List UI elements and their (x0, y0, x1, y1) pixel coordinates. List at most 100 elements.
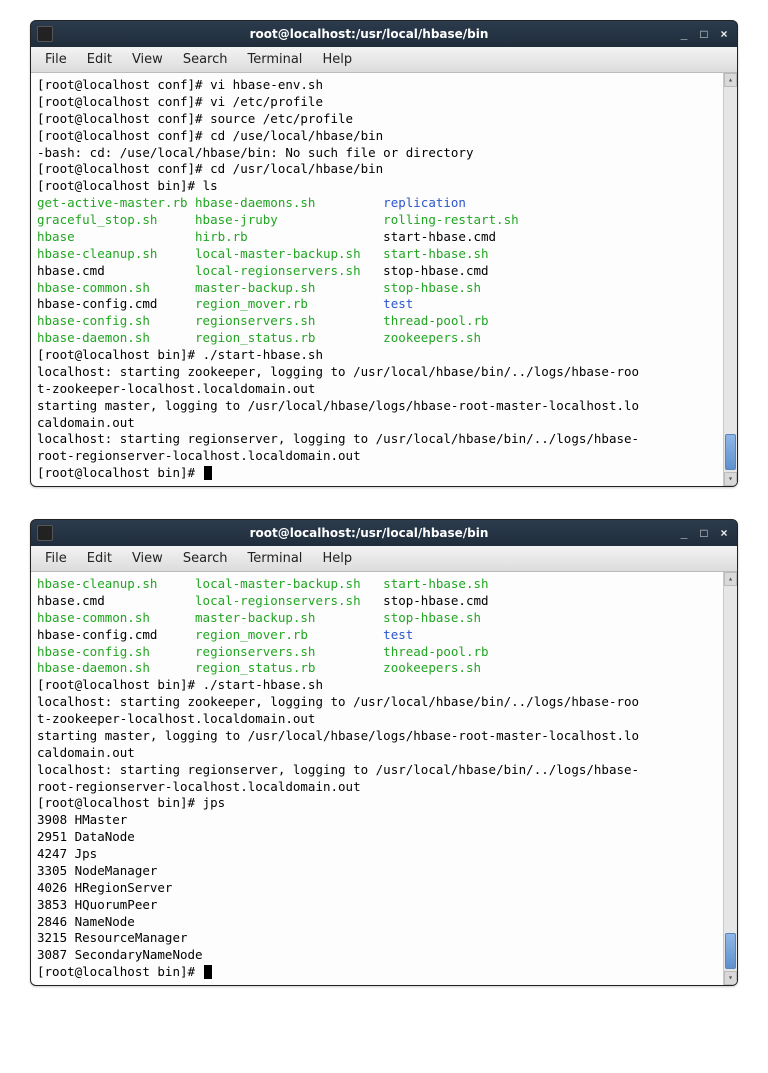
ls-row: hbase.cmdlocal-regionservers.shstop-hbas… (37, 263, 717, 280)
ls-entry: hbase-config.sh (37, 313, 195, 330)
scrollbar-2[interactable]: ▴ ▾ (723, 572, 737, 985)
ls-entry: region_mover.rb (195, 296, 383, 313)
output-line: [root@localhost conf]# vi hbase-env.sh (37, 77, 717, 94)
ls-listing-2: hbase-cleanup.shlocal-master-backup.shst… (37, 576, 717, 677)
ls-entry: start-hbase.sh (383, 246, 488, 263)
titlebar-1[interactable]: root@localhost:/usr/local/hbase/bin _ □ … (31, 21, 737, 47)
menu-help[interactable]: Help (314, 549, 360, 568)
ls-entry: hbase.cmd (37, 263, 195, 280)
minimize-button[interactable]: _ (677, 526, 691, 540)
window-controls-1: _ □ × (677, 27, 731, 41)
scroll-up-icon[interactable]: ▴ (724, 572, 737, 586)
ls-listing-1: get-active-master.rbhbase-daemons.shrepl… (37, 195, 717, 347)
ls-entry: local-regionservers.sh (195, 593, 383, 610)
menu-terminal[interactable]: Terminal (239, 50, 310, 69)
ls-entry: stop-hbase.sh (383, 280, 481, 297)
close-button[interactable]: × (717, 27, 731, 41)
maximize-button[interactable]: □ (697, 526, 711, 540)
ls-row: hbasehirb.rbstart-hbase.cmd (37, 229, 717, 246)
terminal-window-2: root@localhost:/usr/local/hbase/bin _ □ … (30, 519, 738, 986)
ls-entry: test (383, 627, 413, 644)
ls-row: hbase-common.shmaster-backup.shstop-hbas… (37, 610, 717, 627)
menu-search[interactable]: Search (175, 50, 236, 69)
scroll-down-icon[interactable]: ▾ (724, 971, 737, 985)
menu-file[interactable]: File (37, 50, 75, 69)
menu-edit[interactable]: Edit (79, 549, 120, 568)
output-line: starting master, logging to /usr/local/h… (37, 398, 717, 415)
ls-entry: region_status.rb (195, 330, 383, 347)
prompt-line[interactable]: [root@localhost bin]# (37, 465, 717, 482)
output-line: localhost: starting regionserver, loggin… (37, 431, 717, 448)
menubar-1: File Edit View Search Terminal Help (31, 47, 737, 73)
output-line: 2846 NameNode (37, 914, 717, 931)
ls-row: hbase-config.cmdregion_mover.rbtest (37, 296, 717, 313)
prompt-line[interactable]: [root@localhost bin]# (37, 964, 717, 981)
window-icon (37, 26, 53, 42)
ls-entry: get-active-master.rb (37, 195, 195, 212)
output-line: [root@localhost bin]# jps (37, 795, 717, 812)
output-line: t-zookeeper-localhost.localdomain.out (37, 381, 717, 398)
output-line: [root@localhost conf]# vi /etc/profile (37, 94, 717, 111)
output-line: [root@localhost bin]# ls (37, 178, 717, 195)
scroll-thumb-1[interactable] (725, 434, 736, 470)
menu-file[interactable]: File (37, 549, 75, 568)
cursor-icon (204, 466, 212, 480)
minimize-button[interactable]: _ (677, 27, 691, 41)
jps-listing: 3908 HMaster2951 DataNode4247 Jps3305 No… (37, 812, 717, 964)
output-line: localhost: starting zookeeper, logging t… (37, 694, 717, 711)
terminal-window-1: root@localhost:/usr/local/hbase/bin _ □ … (30, 20, 738, 487)
ls-entry: hbase-common.sh (37, 280, 195, 297)
output-line: 4026 HRegionServer (37, 880, 717, 897)
ls-entry: start-hbase.cmd (383, 229, 496, 246)
ls-row: hbase-daemon.shregion_status.rbzookeeper… (37, 330, 717, 347)
terminal-body-1[interactable]: [root@localhost conf]# vi hbase-env.sh[r… (31, 73, 723, 486)
menu-search[interactable]: Search (175, 549, 236, 568)
ls-entry: stop-hbase.cmd (383, 263, 488, 280)
output-line: caldomain.out (37, 745, 717, 762)
menu-terminal[interactable]: Terminal (239, 549, 310, 568)
window-icon (37, 525, 53, 541)
scroll-down-icon[interactable]: ▾ (724, 472, 737, 486)
ls-entry: hbase-common.sh (37, 610, 195, 627)
ls-entry: master-backup.sh (195, 610, 383, 627)
menu-help[interactable]: Help (314, 50, 360, 69)
ls-entry: hbase.cmd (37, 593, 195, 610)
ls-entry: regionservers.sh (195, 644, 383, 661)
terminal-body-2[interactable]: hbase-cleanup.shlocal-master-backup.shst… (31, 572, 723, 985)
output-line: [root@localhost bin]# ./start-hbase.sh (37, 347, 717, 364)
maximize-button[interactable]: □ (697, 27, 711, 41)
ls-entry: thread-pool.rb (383, 313, 488, 330)
ls-row: hbase-config.shregionservers.shthread-po… (37, 644, 717, 661)
output-line: root-regionserver-localhost.localdomain.… (37, 448, 717, 465)
output-line: t-zookeeper-localhost.localdomain.out (37, 711, 717, 728)
ls-row: get-active-master.rbhbase-daemons.shrepl… (37, 195, 717, 212)
prompt-text: [root@localhost bin]# (37, 964, 203, 979)
ls-entry: hbase-config.sh (37, 644, 195, 661)
terminal-body-wrap-2: hbase-cleanup.shlocal-master-backup.shst… (31, 572, 737, 985)
ls-entry: zookeepers.sh (383, 330, 481, 347)
ls-entry: thread-pool.rb (383, 644, 488, 661)
close-button[interactable]: × (717, 526, 731, 540)
ls-entry: stop-hbase.cmd (383, 593, 488, 610)
output-line: [root@localhost conf]# source /etc/profi… (37, 111, 717, 128)
ls-entry: local-master-backup.sh (195, 576, 383, 593)
ls-entry: local-master-backup.sh (195, 246, 383, 263)
scrollbar-1[interactable]: ▴ ▾ (723, 73, 737, 486)
ls-entry: hirb.rb (195, 229, 383, 246)
titlebar-2[interactable]: root@localhost:/usr/local/hbase/bin _ □ … (31, 520, 737, 546)
menu-view[interactable]: View (124, 549, 171, 568)
ls-entry: hbase-daemon.sh (37, 330, 195, 347)
cursor-icon (204, 965, 212, 979)
scroll-thumb-2[interactable] (725, 933, 736, 969)
ls-row: graceful_stop.shhbase-jrubyrolling-resta… (37, 212, 717, 229)
output-line: [root@localhost bin]# ./start-hbase.sh (37, 677, 717, 694)
menu-view[interactable]: View (124, 50, 171, 69)
prompt-text: [root@localhost bin]# (37, 465, 203, 480)
scroll-up-icon[interactable]: ▴ (724, 73, 737, 87)
output-line: 3087 SecondaryNameNode (37, 947, 717, 964)
ls-row: hbase-daemon.shregion_status.rbzookeeper… (37, 660, 717, 677)
menu-edit[interactable]: Edit (79, 50, 120, 69)
output-line: 3853 HQuorumPeer (37, 897, 717, 914)
output-line: 3908 HMaster (37, 812, 717, 829)
ls-entry: hbase-cleanup.sh (37, 246, 195, 263)
